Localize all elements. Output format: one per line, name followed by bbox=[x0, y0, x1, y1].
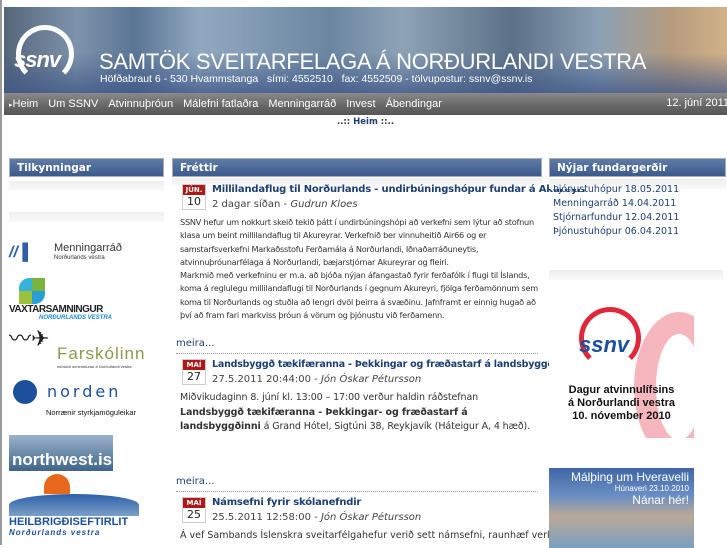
breadcrumb-heim[interactable]: Heim bbox=[353, 117, 378, 127]
article-body: Miðvikudaginn 8. júní kl. 13:00 – 17:00 … bbox=[180, 392, 531, 432]
article-meta: 27.5.2011 20:44:00 - Jón Óskar Pétursson bbox=[212, 374, 422, 385]
nav-um-ssnv[interactable]: Um SSNV bbox=[48, 98, 98, 110]
menningarrad-logo[interactable]: // ▌ Menningarráð Norðurlands vestra bbox=[9, 242, 122, 262]
nav-menningarrad[interactable]: Menningarráð bbox=[268, 98, 336, 110]
fundargerdir-header: Nýjar fundargerðir bbox=[549, 158, 726, 177]
read-more-link[interactable]: meira... bbox=[176, 338, 214, 349]
tilkynningar-header: Tilkynningar bbox=[9, 158, 164, 177]
article-title[interactable]: Millilandaflug til Norðurlands - undirbú… bbox=[212, 184, 585, 195]
article-body: SSNV hefur um nokkurt skeið tekið þátt í… bbox=[180, 217, 538, 321]
meeting-link[interactable]: Stjórnarfundur 12.04.2011 bbox=[553, 211, 726, 224]
farskolinn-logo[interactable]: 〰✈ Farskólinn miðstöð símenntunar á Norð… bbox=[9, 328, 159, 370]
article-body: Á vef Sambands Íslenskra sveitarfélgahef… bbox=[180, 530, 571, 541]
right-column: Nýjar fundargerðir Þjónustuhópur 18.05.2… bbox=[549, 158, 726, 548]
article-meta: 25.5.2011 12:58:00 - Jón Óskar Pétursson bbox=[212, 512, 422, 523]
nav-abendingar[interactable]: Ábendingar bbox=[386, 98, 442, 110]
breadcrumb-prefix: ..:: bbox=[336, 117, 354, 127]
read-more-link[interactable]: meira... bbox=[176, 476, 214, 487]
ssnv-logo: ssnv bbox=[579, 332, 630, 357]
frettir-header: Fréttir bbox=[172, 158, 542, 177]
calendar-icon: MAÍ 25 bbox=[182, 497, 206, 523]
left-column: Tilkynningar // ▌ Menningarráð Norðurlan… bbox=[9, 158, 164, 548]
breadcrumb-suffix: ::.. bbox=[377, 117, 395, 127]
hveravellir-banner[interactable]: Málþing um Hveravelli Húnaveri 23.10.201… bbox=[549, 468, 694, 548]
site-address: Höfðabraut 6 - 530 Hvammstanga sími: 455… bbox=[100, 73, 533, 85]
meeting-link[interactable]: Menningarráð 14.04.2011 bbox=[553, 197, 726, 210]
main-nav: ▸Heim Um SSNV Atvinnuþróun Málefni fatla… bbox=[4, 93, 727, 115]
nav-heim[interactable]: ▸Heim bbox=[9, 98, 38, 110]
dagur-atvinnulifsins-banner[interactable]: ssnv Dagur atvinnulífsins á Norðurlandi v… bbox=[549, 292, 694, 438]
nav-atvinnuthroun[interactable]: Atvinnuþróun bbox=[108, 98, 173, 110]
news-column: Fréttir JÚN. 10 Millilandaflug til Norður… bbox=[172, 158, 585, 541]
meeting-link[interactable]: Þjónustuhópur 18.05.2011 bbox=[553, 183, 726, 196]
breadcrumb: ..:: Heim ::.. bbox=[2, 117, 727, 127]
calendar-icon: JÚN. 10 bbox=[182, 184, 206, 210]
current-date: 12. júní 2011 bbox=[666, 97, 727, 109]
vaxtarsamningur-logo[interactable]: VAXTARSAMNINGUR NORÐURLANDS VESTRA bbox=[9, 278, 129, 321]
northwest-banner[interactable]: northwest.is bbox=[9, 435, 113, 471]
nav-malefni-fatladra[interactable]: Málefni fatlaðra bbox=[183, 98, 258, 110]
ssnv-logo-text: ssnv bbox=[14, 47, 61, 72]
article-meta: 2 dagar síðan - Gudrun Kloes bbox=[212, 199, 358, 210]
heilbrigdiseftirlit-logo[interactable]: HEILBRIGÐISEFTIRLIT Norðurlands vestra bbox=[9, 474, 139, 537]
nav-invest[interactable]: Invest bbox=[346, 98, 375, 110]
article-title[interactable]: Landsbyggð tækifæranna - Þekkingar og fr… bbox=[212, 359, 573, 370]
article-title[interactable]: Námsefni fyrir skólanefndir bbox=[212, 497, 361, 508]
meeting-link[interactable]: Þjónustuhópur 06.04.2011 bbox=[553, 225, 726, 238]
header-banner: ssnv SAMTÖK SVEITARFELAGA Á NORÐURLANDI … bbox=[4, 7, 727, 93]
site-title: SAMTÖK SVEITARFELAGA Á NORÐURLANDI VESTR… bbox=[99, 49, 647, 74]
calendar-icon: MAÍ 27 bbox=[182, 359, 206, 385]
norden-logo[interactable]: norden Norrænir styrkjamöguleikar bbox=[9, 380, 159, 417]
